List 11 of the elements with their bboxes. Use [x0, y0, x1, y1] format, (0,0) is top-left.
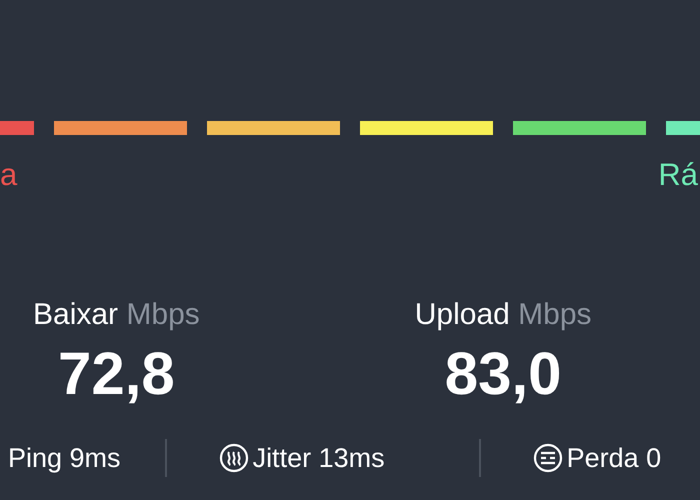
scale-label: Rá: [658, 157, 698, 193]
metric-text: Perda 0: [566, 442, 662, 475]
scale-label: a: [0, 157, 18, 193]
speed-label: Upload Mbps: [414, 297, 592, 333]
metric-text: Jitter 13ms: [252, 442, 385, 475]
speed-value: 83,0: [444, 339, 562, 409]
loss-icon: [532, 443, 563, 473]
speed-value: 72,8: [58, 339, 175, 409]
speed-label: Baixar Mbps: [33, 297, 200, 333]
metric-text: Ping 9ms: [8, 442, 121, 475]
jitter-icon: [218, 443, 249, 473]
